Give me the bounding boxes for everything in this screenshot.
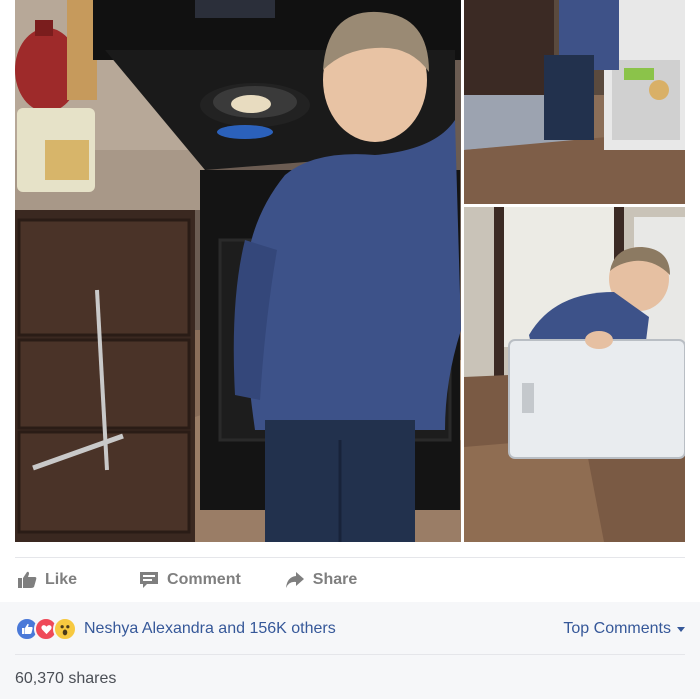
photo-grid [15, 0, 685, 542]
share-arrow-icon [285, 572, 304, 588]
comment-icon [140, 572, 159, 588]
share-label: Share [312, 571, 358, 588]
reactions-section: Neshya Alexandra and 156K others Top Com… [0, 602, 700, 699]
reactions-summary-row: Neshya Alexandra and 156K others Top Com… [15, 616, 685, 642]
thumbs-up-icon [18, 571, 37, 588]
caret-down-icon [677, 626, 685, 632]
shares-count[interactable]: 60,370 shares [15, 670, 116, 688]
photo-boy-dryer[interactable] [464, 207, 685, 542]
photo-boy-cooking[interactable] [15, 0, 461, 542]
comment-label: Comment [167, 571, 241, 588]
reactions-summary-text[interactable]: Neshya Alexandra and 156K others [84, 620, 336, 638]
divider [15, 654, 685, 655]
top-comments-dropdown[interactable]: Top Comments [563, 620, 685, 638]
top-comments-label: Top Comments [563, 620, 671, 637]
post-action-bar: Like Comment Share [15, 557, 685, 603]
like-label: Like [45, 571, 78, 588]
comment-button[interactable]: Comment [139, 571, 241, 589]
photo-boy-dishwasher[interactable] [464, 0, 685, 204]
share-button[interactable]: Share [285, 571, 357, 589]
wow-reaction-icon[interactable] [53, 617, 77, 641]
like-button[interactable]: Like [17, 571, 77, 589]
